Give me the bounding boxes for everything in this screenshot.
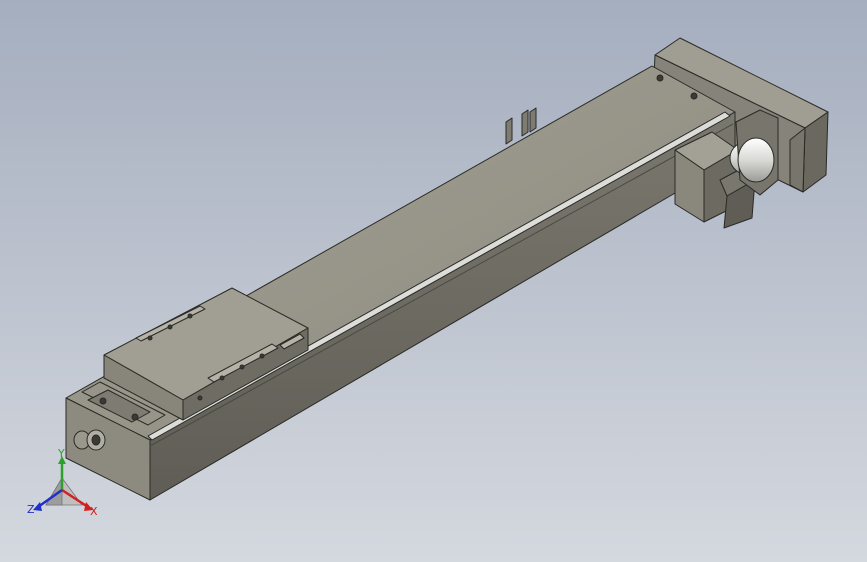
- cad-model-linear-actuator[interactable]: [0, 0, 867, 562]
- triad-x-label: X: [90, 505, 98, 518]
- triad-y-label: Y: [58, 447, 65, 460]
- cable-gland: [73, 429, 106, 451]
- triad-z-label: Z: [27, 503, 35, 516]
- 3d-viewport[interactable]: Y X Z: [0, 0, 867, 562]
